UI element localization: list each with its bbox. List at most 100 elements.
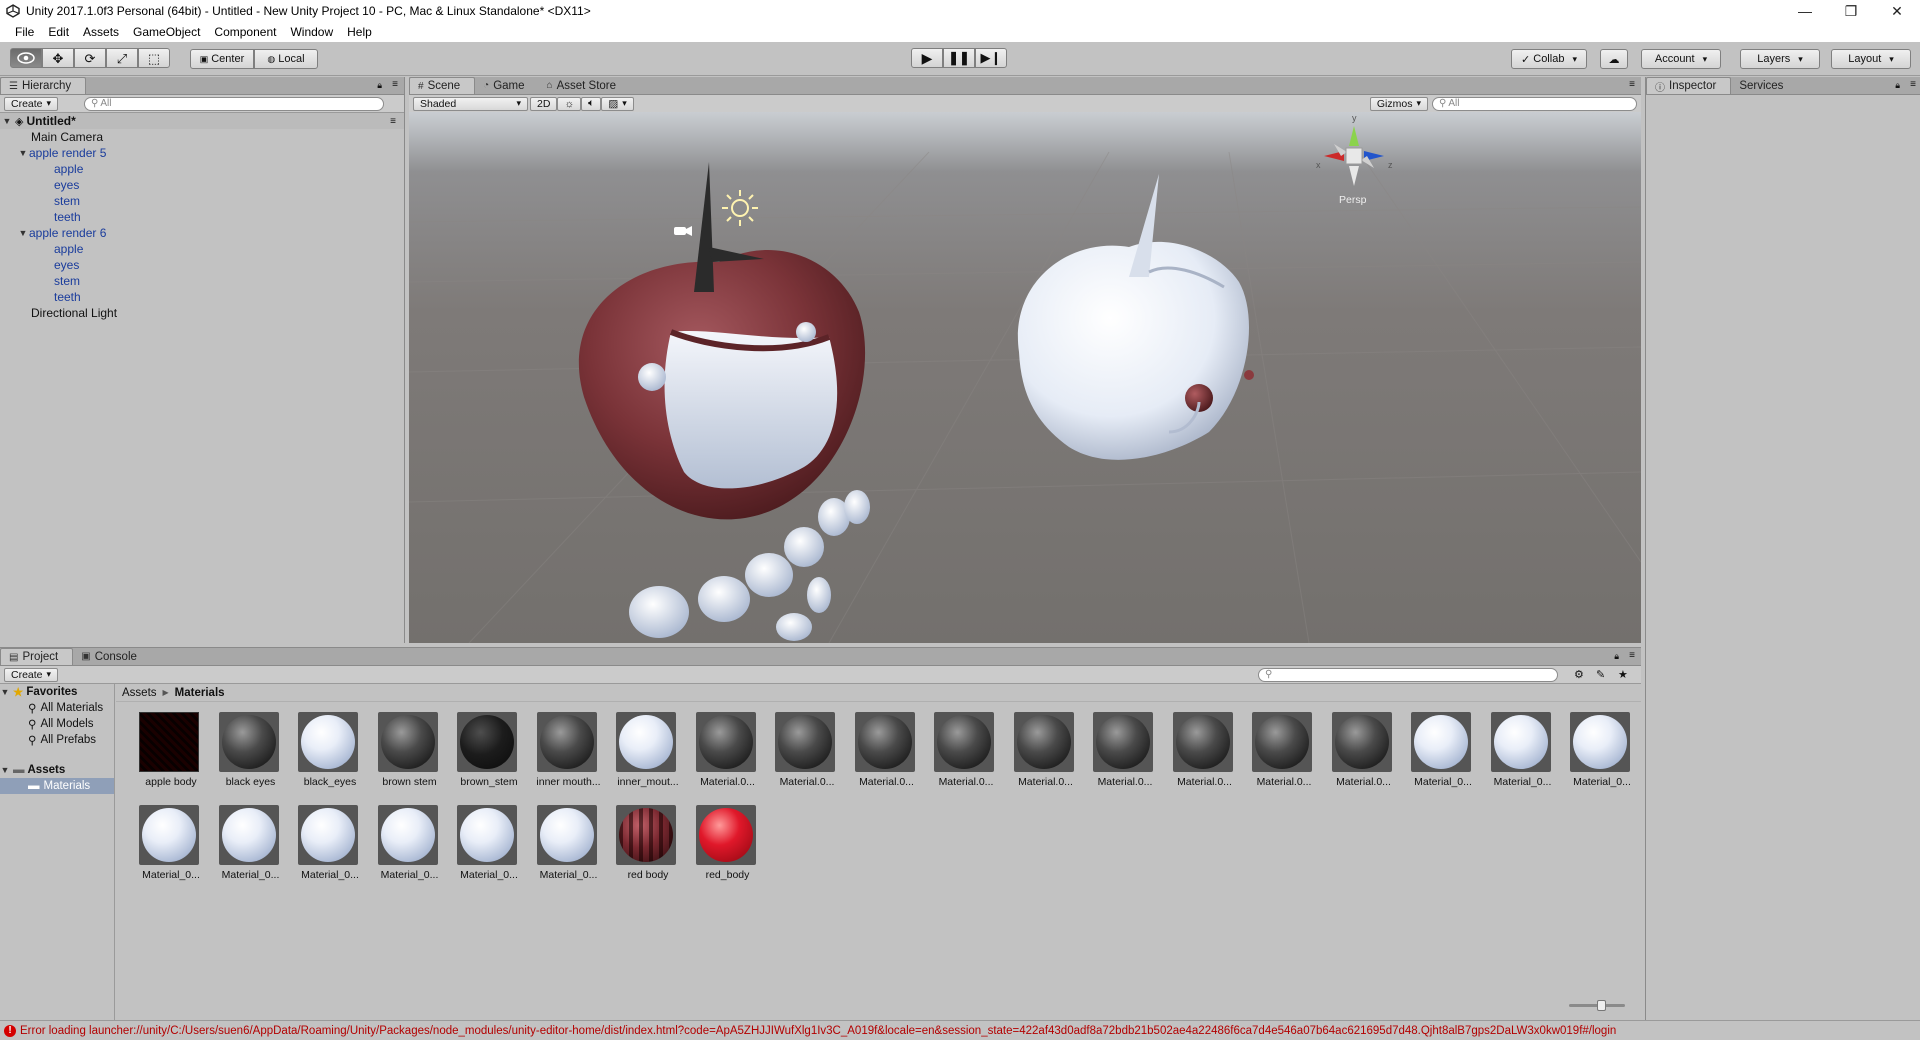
material-asset[interactable]: Material_0... [132,805,202,895]
rotate-tool-button[interactable]: ⟳ [74,48,106,68]
panel-menu-icon[interactable]: ≡ [392,79,398,90]
hierarchy-item[interactable]: ▼ apple render 5 [0,145,404,161]
lock-icon[interactable]: 🔒︎ [1614,651,1619,662]
camera-gizmo[interactable] [674,226,692,236]
project-search-input[interactable]: ⚲ [1258,667,1558,682]
favorites-header[interactable]: ▼ ★ Favorites [0,684,114,700]
hierarchy-item[interactable]: Directional Light [0,305,404,321]
material-asset[interactable]: inner mouth... [530,712,601,802]
tab-hierarchy[interactable]: ☰ Hierarchy [0,77,87,94]
filter-by-label-icon[interactable]: ✎ [1596,668,1605,681]
expand-arrow-icon[interactable]: ▼ [18,228,28,238]
tab-scene[interactable]: # Scene [409,77,476,94]
material-asset[interactable]: Material_0... [1484,712,1554,802]
menu-file[interactable]: File [8,25,41,39]
hierarchy-item[interactable]: teeth [0,209,404,225]
material-asset[interactable]: Material_0... [291,805,361,895]
scale-tool-button[interactable]: ⤢ [106,48,138,68]
hierarchy-item[interactable]: Main Camera [0,129,404,145]
menu-window[interactable]: Window [283,25,340,39]
expand-arrow-icon[interactable]: ▼ [0,687,10,697]
layers-dropdown[interactable]: Layers [1740,49,1820,69]
pivot-center-button[interactable]: ▣ Center [190,49,254,69]
material-asset[interactable]: Material_0... [450,805,520,895]
material-asset[interactable]: Material.0... [1245,712,1315,802]
gizmos-dropdown[interactable]: Gizmos [1369,96,1428,111]
pivot-local-button[interactable]: ◍ Local [254,49,318,69]
favorite-all-materials[interactable]: ⚲ All Materials [0,700,114,716]
hierarchy-item[interactable]: stem [0,273,404,289]
tab-project[interactable]: ▤ Project [0,648,74,665]
menu-component[interactable]: Component [207,25,283,39]
filter-by-type-icon[interactable]: ⚙ [1574,668,1584,681]
folder-materials[interactable]: ▬ Materials [0,778,114,794]
tab-console[interactable]: ▣ Console [73,648,151,665]
scene-search-input[interactable]: ⚲ All [1432,96,1637,111]
scene-viewport[interactable]: y x z Persp [409,112,1641,643]
favorite-all-models[interactable]: ⚲ All Models [0,716,114,732]
lock-icon[interactable]: 🔒︎ [377,80,382,91]
menu-help[interactable]: Help [340,25,379,39]
material-asset[interactable]: Material.0... [768,712,838,802]
view-tool-button[interactable] [10,48,42,68]
material-asset[interactable]: Material.0... [1166,712,1236,802]
material-asset[interactable]: Material.0... [1007,712,1077,802]
audio-toggle-button[interactable]: 🔈︎ [581,96,602,111]
pause-button[interactable]: ❚❚ [943,48,975,68]
toggle-2d-button[interactable]: 2D [530,96,558,111]
scene-menu-icon[interactable]: ≡ [390,116,396,127]
material-asset[interactable]: Material_0... [371,805,441,895]
effects-dropdown[interactable]: ▨ [601,96,634,111]
hierarchy-item[interactable]: stem [0,193,404,209]
hierarchy-item[interactable]: eyes [0,177,404,193]
collab-button[interactable]: ✓ Collab [1511,49,1587,69]
lighting-toggle-button[interactable]: ☼ [557,96,582,111]
tab-inspector[interactable]: ⓘ Inspector [1646,77,1732,94]
cloud-button[interactable]: ☁ [1600,49,1628,69]
material-asset[interactable]: black eyes [212,712,282,802]
tab-asset-store[interactable]: ⌂ Asset Store [539,77,631,94]
hierarchy-item[interactable]: apple [0,241,404,257]
menu-edit[interactable]: Edit [41,25,76,39]
expand-arrow-icon[interactable]: ▼ [2,116,12,126]
material-asset[interactable]: Material.0... [1086,712,1156,802]
material-asset[interactable]: black_eyes [291,712,361,802]
hierarchy-item[interactable]: teeth [0,289,404,305]
hierarchy-search-input[interactable]: ⚲ All [84,96,385,111]
assets-header[interactable]: ▼ ▬ Assets [0,762,114,778]
panel-menu-icon[interactable]: ≡ [1629,650,1635,661]
panel-menu-icon[interactable]: ≡ [1629,79,1635,90]
layout-dropdown[interactable]: Layout [1831,49,1911,69]
material-asset[interactable]: Material.0... [848,712,918,802]
material-asset[interactable]: Material_0... [530,805,600,895]
lock-icon[interactable]: 🔒︎ [1895,80,1900,91]
rect-tool-button[interactable]: ⬚ [138,48,170,68]
thumbnail-size-slider[interactable] [1569,1000,1625,1011]
persp-label[interactable]: Persp [1339,194,1367,206]
breadcrumb-assets[interactable]: Assets [122,687,157,699]
tab-game[interactable]: ◔ Game [475,77,538,94]
project-create-button[interactable]: Create [4,667,59,682]
orientation-gizmo[interactable] [1324,126,1384,186]
minimize-button[interactable]: — [1782,0,1828,22]
material-asset[interactable]: red_body [689,805,759,895]
material-asset[interactable]: brown stem [371,712,441,802]
restore-button[interactable]: ❐ [1828,0,1874,22]
expand-arrow-icon[interactable]: ▼ [18,148,28,158]
close-button[interactable]: ✕ [1874,0,1920,22]
hierarchy-create-button[interactable]: Create [4,96,59,111]
directional-light-gizmo[interactable] [722,190,758,226]
hierarchy-item[interactable]: apple [0,161,404,177]
expand-arrow-icon[interactable]: ▼ [0,765,10,775]
menu-assets[interactable]: Assets [76,25,126,39]
status-bar[interactable]: ! Error loading launcher://unity/C:/User… [0,1020,1920,1040]
hierarchy-item[interactable]: ▼ apple render 6 [0,225,404,241]
favorite-star-icon[interactable]: ★ [1618,668,1628,681]
shading-mode-dropdown[interactable]: Shaded [413,96,528,111]
panel-menu-icon[interactable]: ≡ [1910,79,1916,90]
material-asset[interactable]: red body [609,805,679,895]
material-asset[interactable]: inner_mout... [609,712,679,802]
breadcrumb-materials[interactable]: Materials [175,687,225,699]
material-asset[interactable]: Material.0... [1325,712,1395,802]
step-button[interactable]: ▶❙ [975,48,1007,68]
